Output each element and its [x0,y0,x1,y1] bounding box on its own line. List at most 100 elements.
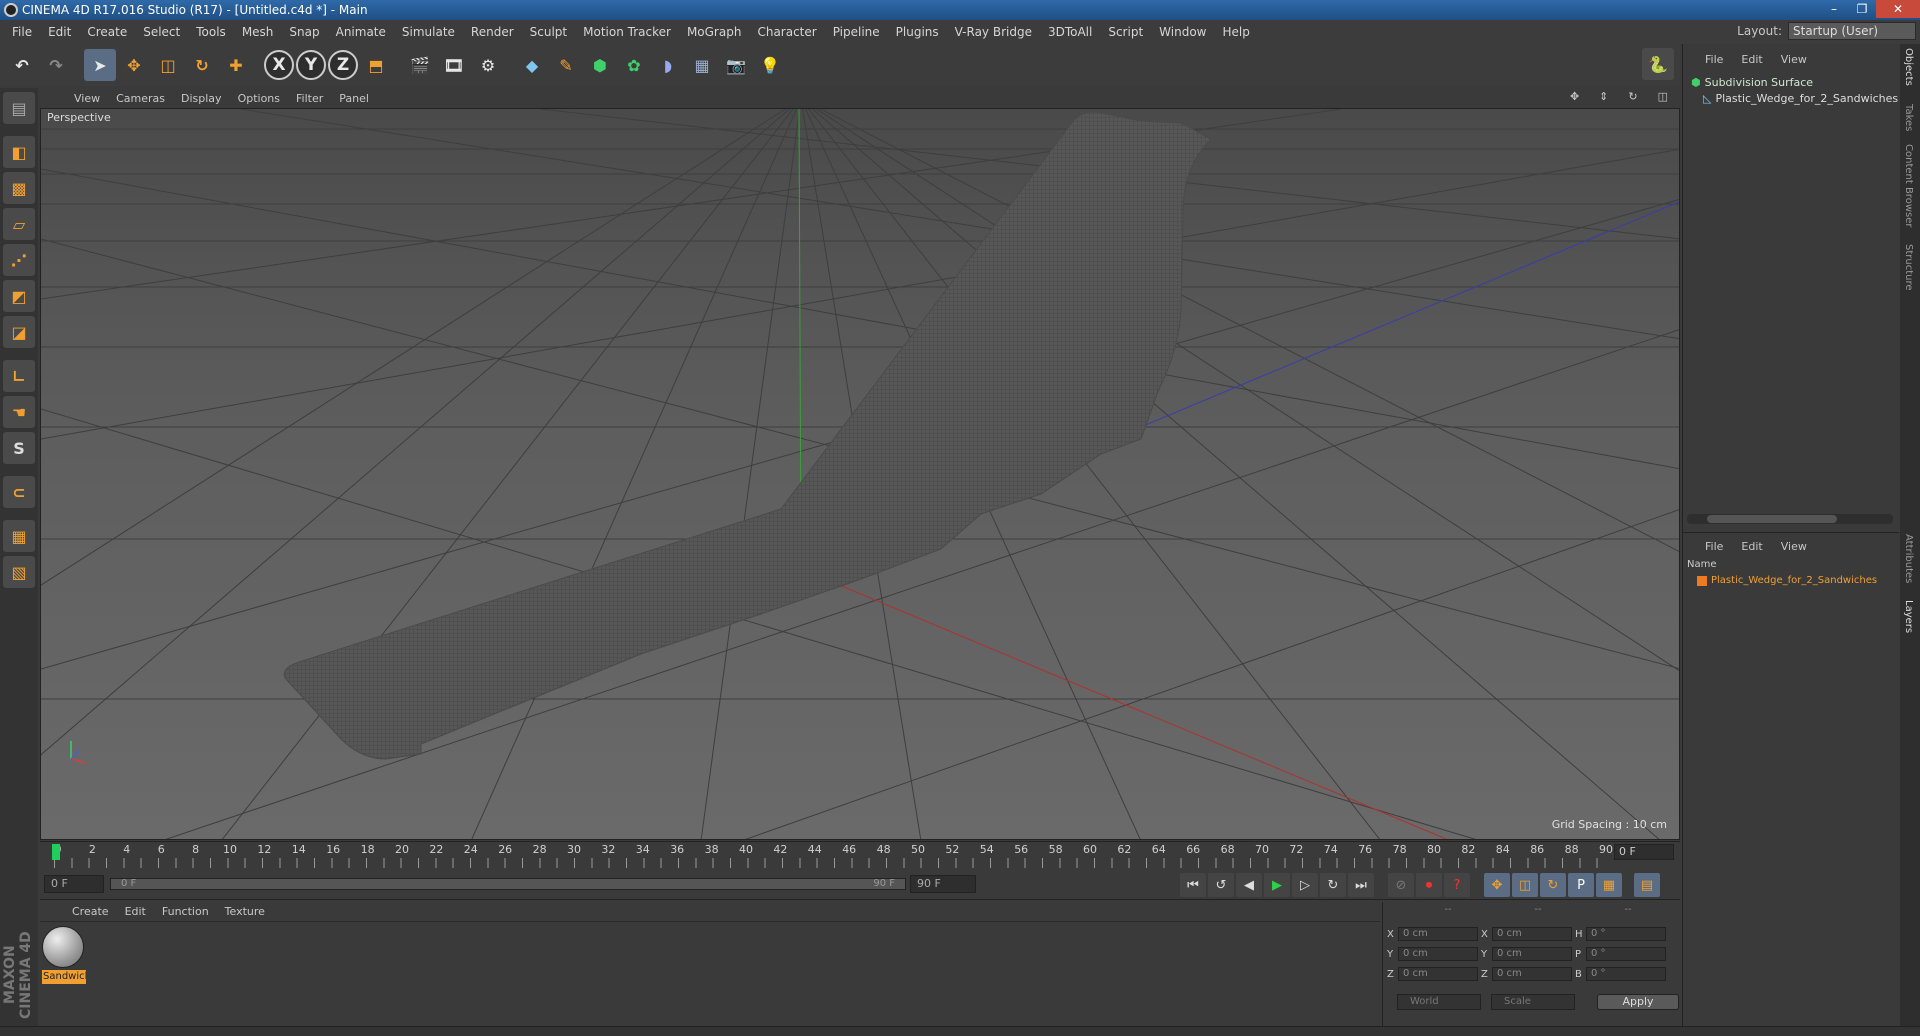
object-menu-view[interactable]: View [1781,53,1807,66]
material-menu-edit[interactable]: Edit [117,905,154,918]
next-frame-icon[interactable]: ▷ [1292,873,1318,897]
render-view-icon[interactable]: 🎬 [404,49,436,81]
transform-icon[interactable]: ✚ [220,49,252,81]
size-z-field[interactable]: 0 cm [1492,967,1572,981]
subdivision-surface-icon[interactable]: ⬢ [584,49,616,81]
menu-character[interactable]: Character [749,25,824,39]
menu-mesh[interactable]: Mesh [234,25,282,39]
render-picture-viewer-icon[interactable]: 🎞 [438,49,470,81]
axis-mode-icon[interactable]: ∟ [3,360,35,392]
menu-pipeline[interactable]: Pipeline [825,25,888,39]
menu-help[interactable]: Help [1214,25,1257,39]
tab-layers[interactable]: Layers [1903,600,1914,633]
cube-primitive-icon[interactable]: ◆ [516,49,548,81]
end-frame-field[interactable]: 90 F [910,875,976,893]
dolly-icon[interactable]: ⇕ [1591,90,1616,103]
layer-menu-file[interactable]: File [1705,540,1723,553]
timeline-playhead[interactable] [52,844,60,860]
close-button[interactable]: ✕ [1876,0,1920,18]
key-scale-icon[interactable]: ◫ [1512,873,1538,897]
menu-edit[interactable]: Edit [40,25,79,39]
rotate-icon[interactable]: ↻ [186,49,218,81]
y-axis-lock-button[interactable]: Y [296,50,326,80]
rotation-p-field[interactable]: 0 ° [1586,947,1666,961]
make-editable-icon[interactable]: ▤ [3,92,35,124]
polygons-mode-icon[interactable]: ◪ [3,316,35,348]
previous-key-icon[interactable]: ↺ [1208,873,1234,897]
menu-tools[interactable]: Tools [188,25,234,39]
layer-menu-view[interactable]: View [1781,540,1807,553]
viewport-menu-view[interactable]: View [66,92,108,105]
material-menu-texture[interactable]: Texture [217,905,273,918]
rotation-b-field[interactable]: 0 ° [1586,967,1666,981]
lock-workplane-icon[interactable]: ▦ [3,520,35,552]
render-settings-icon[interactable]: ⚙ [472,49,504,81]
timeline-window-icon[interactable]: ▤ [1634,873,1660,897]
mograph-cloner-icon[interactable]: ✿ [618,49,650,81]
menu-sculpt[interactable]: Sculpt [522,25,575,39]
tab-objects[interactable]: Objects [1903,48,1914,86]
camera-icon[interactable]: 📷 [720,49,752,81]
menu-mograph[interactable]: MoGraph [679,25,750,39]
viewport-menu-display[interactable]: Display [173,92,230,105]
viewport-menu-filter[interactable]: Filter [288,92,331,105]
menu-create[interactable]: Create [79,25,135,39]
pan-icon[interactable]: ✥ [1562,90,1587,103]
texture-mode-icon[interactable]: ▩ [3,172,35,204]
size-mode-dropdown[interactable]: Scale [1491,994,1575,1010]
layer-row[interactable]: Plastic_Wedge_for_2_Sandwiches [1697,575,1877,586]
menu-3dtoall[interactable]: 3DToAll [1040,25,1100,39]
viewport-menu-cameras[interactable]: Cameras [108,92,173,105]
menu-plugins[interactable]: Plugins [888,25,947,39]
workplane-mode-icon[interactable]: ▱ [3,208,35,240]
scale-icon[interactable]: ◫ [152,49,184,81]
edges-mode-icon[interactable]: ◩ [3,280,35,312]
planar-workplane-icon[interactable]: ▧ [3,556,35,588]
material-swatch[interactable]: Sandwich [42,926,86,984]
tab-structure[interactable]: Structure [1903,244,1914,291]
menu-script[interactable]: Script [1100,25,1151,39]
viewport-menu-panel[interactable]: Panel [331,92,377,105]
record-keys-icon[interactable]: ⏺ [1416,873,1442,897]
position-x-field[interactable]: 0 cm [1398,927,1478,941]
apply-button[interactable]: Apply [1597,994,1679,1010]
position-y-field[interactable]: 0 cm [1398,947,1478,961]
snap-icon[interactable]: S [3,432,35,464]
size-x-field[interactable]: 0 cm [1492,927,1572,941]
key-position-icon[interactable]: ✥ [1484,873,1510,897]
timeline-ruler[interactable]: 0246810121416182022242628303234363840424… [40,841,1680,869]
python-script-icon[interactable]: 🐍 [1642,48,1674,80]
layout-dropdown[interactable]: Startup (User) [1788,22,1916,40]
menu-vray-bridge[interactable]: V-Ray Bridge [947,25,1040,39]
maximize-view-icon[interactable]: ◫ [1650,90,1676,103]
magnet-icon[interactable]: ⊂ [3,476,35,508]
select-pointer-icon[interactable]: ➤ [84,49,116,81]
coordinate-system-icon[interactable]: ⬒ [360,49,392,81]
previous-frame-icon[interactable]: ◀ [1236,873,1262,897]
light-icon[interactable]: 💡 [754,49,786,81]
undo-icon[interactable]: ↶ [6,49,38,81]
go-to-start-icon[interactable]: ⏮ [1180,873,1206,897]
key-pla-icon[interactable]: ▦ [1596,873,1622,897]
menu-simulate[interactable]: Simulate [394,25,463,39]
perspective-viewport[interactable]: Perspective Grid Spacing : 10 cm [40,108,1680,840]
object-menu-file[interactable]: File [1705,53,1723,66]
key-parameter-icon[interactable]: P [1568,873,1594,897]
orbit-icon[interactable]: ↻ [1620,90,1645,103]
maximize-button[interactable]: ❐ [1848,0,1876,18]
move-icon[interactable]: ✥ [118,49,150,81]
menu-animate[interactable]: Animate [328,25,394,39]
play-icon[interactable]: ▶ [1264,873,1290,897]
object-menu-edit[interactable]: Edit [1741,53,1762,66]
material-menu-create[interactable]: Create [64,905,117,918]
redo-icon[interactable]: ↷ [40,49,72,81]
tab-attributes[interactable]: Attributes [1903,534,1914,583]
range-slider[interactable]: 0 F 90 F [110,878,906,890]
spline-pen-icon[interactable]: ✎ [550,49,582,81]
viewport-menu-options[interactable]: Options [230,92,288,105]
start-frame-field[interactable]: 0 F [44,875,104,893]
model-mode-icon[interactable]: ◧ [3,136,35,168]
layer-menu-edit[interactable]: Edit [1741,540,1762,553]
menu-window[interactable]: Window [1151,25,1214,39]
object-row-wedge[interactable]: ◺ Plastic_Wedge_for_2_Sandwiches [1703,90,1898,106]
